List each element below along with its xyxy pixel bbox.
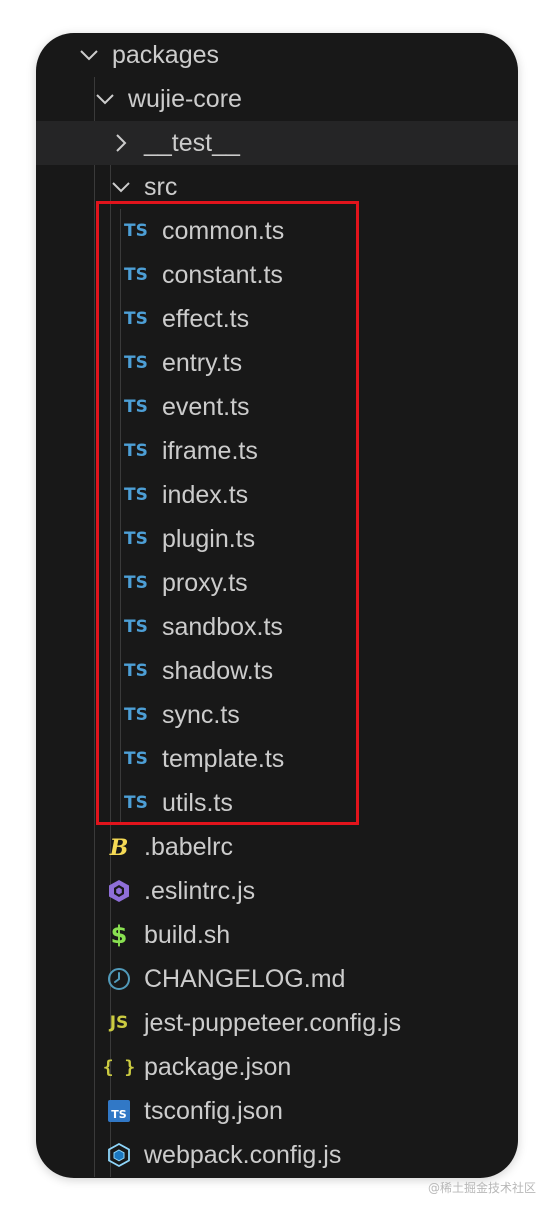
- shell-glyph: $: [110, 921, 128, 949]
- typescript-icon: TS: [124, 617, 148, 637]
- typescript-icon: TS: [124, 309, 148, 329]
- js-glyph: JS: [109, 1013, 129, 1033]
- chevron-down-icon: [92, 86, 118, 112]
- typescript-icon: TS: [124, 705, 148, 725]
- file-explorer-panel: packages wujie-core __test__ src TS comm…: [36, 33, 518, 1178]
- file-label: build.sh: [144, 920, 231, 949]
- clock-icon: [104, 964, 134, 994]
- folder-label: src: [144, 172, 178, 201]
- typescript-icon: TS: [124, 529, 148, 549]
- typescript-icon: TS: [124, 441, 148, 461]
- file-label: utils.ts: [162, 788, 233, 817]
- tsconfig-glyph: TS: [108, 1100, 130, 1122]
- babel-icon: B: [104, 832, 134, 862]
- tree-file[interactable]: TS entry.ts: [36, 341, 518, 385]
- file-label: entry.ts: [162, 348, 243, 377]
- tree-file[interactable]: TS common.ts: [36, 209, 518, 253]
- file-label: .eslintrc.js: [144, 876, 256, 905]
- tree-folder-packages[interactable]: packages: [36, 33, 518, 77]
- webpack-icon: [104, 1140, 134, 1170]
- folder-label: __test__: [144, 128, 240, 157]
- file-label: template.ts: [162, 744, 285, 773]
- file-label: constant.ts: [162, 260, 283, 289]
- tree-file[interactable]: TS template.ts: [36, 737, 518, 781]
- tree-file[interactable]: .eslintrc.js: [36, 869, 518, 913]
- json-icon: { }: [102, 1052, 136, 1082]
- tree-file[interactable]: TS plugin.ts: [36, 517, 518, 561]
- tree-file[interactable]: TS iframe.ts: [36, 429, 518, 473]
- file-label: plugin.ts: [162, 524, 256, 553]
- tree-file[interactable]: TS effect.ts: [36, 297, 518, 341]
- tree-folder-test[interactable]: __test__: [36, 121, 518, 165]
- typescript-icon: TS: [124, 573, 148, 593]
- json-glyph: { }: [102, 1056, 136, 1078]
- tree-file[interactable]: TS event.ts: [36, 385, 518, 429]
- file-label: effect.ts: [162, 304, 250, 333]
- typescript-icon: TS: [124, 749, 148, 769]
- typescript-icon: TS: [124, 793, 148, 813]
- file-label: event.ts: [162, 392, 250, 421]
- typescript-icon: TS: [124, 397, 148, 417]
- tree-folder-wujie-core[interactable]: wujie-core: [36, 77, 518, 121]
- tree-file[interactable]: TS tsconfig.json: [36, 1089, 518, 1133]
- shell-icon: $: [104, 920, 134, 950]
- tree-file[interactable]: CHANGELOG.md: [36, 957, 518, 1001]
- file-label: sync.ts: [162, 700, 240, 729]
- chevron-right-icon: [108, 130, 134, 156]
- watermark: @稀土掘金技术社区: [427, 1181, 536, 1195]
- tree-file[interactable]: TS constant.ts: [36, 253, 518, 297]
- chevron-down-icon: [108, 174, 134, 200]
- tree-file[interactable]: JS jest-puppeteer.config.js: [36, 1001, 518, 1045]
- file-label: sandbox.ts: [162, 612, 283, 641]
- tree-file[interactable]: { } package.json: [36, 1045, 518, 1089]
- folder-label: packages: [112, 40, 220, 69]
- file-label: webpack.config.js: [144, 1140, 342, 1169]
- tree-file[interactable]: B .babelrc: [36, 825, 518, 869]
- eslint-icon: [104, 876, 134, 906]
- typescript-icon: TS: [124, 661, 148, 681]
- file-label: shadow.ts: [162, 656, 274, 685]
- tree-file[interactable]: TS sandbox.ts: [36, 605, 518, 649]
- tree-file[interactable]: $ build.sh: [36, 913, 518, 957]
- file-label: iframe.ts: [162, 436, 258, 465]
- tree-file[interactable]: TS sync.ts: [36, 693, 518, 737]
- tree-file[interactable]: TS index.ts: [36, 473, 518, 517]
- file-label: index.ts: [162, 480, 249, 509]
- file-label: CHANGELOG.md: [144, 964, 346, 993]
- file-label: .babelrc: [144, 832, 233, 861]
- file-label: package.json: [144, 1052, 292, 1081]
- tree-file[interactable]: TS utils.ts: [36, 781, 518, 825]
- file-label: jest-puppeteer.config.js: [144, 1008, 402, 1037]
- typescript-icon: TS: [124, 485, 148, 505]
- file-label: common.ts: [162, 216, 285, 245]
- svg-text:B: B: [109, 835, 129, 860]
- typescript-icon: TS: [124, 353, 148, 373]
- file-label: proxy.ts: [162, 568, 248, 597]
- js-icon: JS: [104, 1008, 134, 1038]
- tree-file[interactable]: TS shadow.ts: [36, 649, 518, 693]
- chevron-down-icon: [76, 42, 102, 68]
- folder-label: wujie-core: [128, 84, 242, 113]
- typescript-icon: TS: [124, 221, 148, 241]
- tsconfig-icon: TS: [104, 1096, 134, 1126]
- tree-file[interactable]: TS proxy.ts: [36, 561, 518, 605]
- tree-folder-src[interactable]: src: [36, 165, 518, 209]
- file-label: tsconfig.json: [144, 1096, 283, 1125]
- tree-file[interactable]: webpack.config.js: [36, 1133, 518, 1177]
- typescript-icon: TS: [124, 265, 148, 285]
